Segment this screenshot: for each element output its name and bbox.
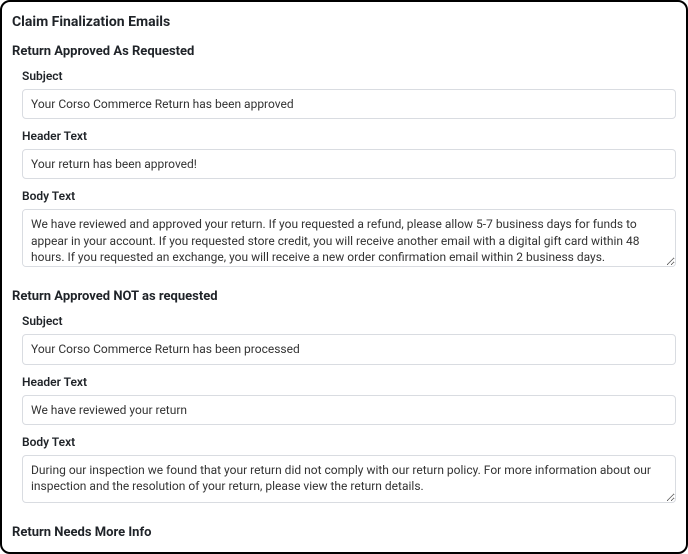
- section-return-not-as-requested: Return Approved NOT as requested Subject…: [12, 289, 676, 506]
- field-approved-subject: Subject: [12, 69, 676, 119]
- section-return-needs-info: Return Needs More Info Subject Header Te…: [12, 525, 676, 554]
- section-return-approved: Return Approved As Requested Subject Hea…: [12, 44, 676, 271]
- page-title: Claim Finalization Emails: [12, 14, 676, 30]
- field-nar-body: Body Text During our inspection we found…: [12, 435, 676, 507]
- input-approved-subject[interactable]: [22, 89, 676, 119]
- field-nar-header: Header Text: [12, 375, 676, 425]
- field-approved-header: Header Text: [12, 129, 676, 179]
- input-approved-header[interactable]: [22, 149, 676, 179]
- label-nar-subject: Subject: [22, 314, 676, 328]
- section-title-approved: Return Approved As Requested: [12, 44, 676, 59]
- settings-panel: Claim Finalization Emails Return Approve…: [0, 0, 688, 554]
- section-title-not-as-requested: Return Approved NOT as requested: [12, 289, 676, 304]
- field-nar-subject: Subject: [12, 314, 676, 364]
- input-nar-subject[interactable]: [22, 334, 676, 364]
- field-needsinfo-subject: Subject: [12, 550, 676, 554]
- label-approved-header: Header Text: [22, 129, 676, 143]
- section-title-needs-info: Return Needs More Info: [12, 525, 676, 540]
- label-nar-body: Body Text: [22, 435, 676, 449]
- field-approved-body: Body Text We have reviewed and approved …: [12, 189, 676, 271]
- label-approved-body: Body Text: [22, 189, 676, 203]
- input-nar-header[interactable]: [22, 395, 676, 425]
- label-approved-subject: Subject: [22, 69, 676, 83]
- label-nar-header: Header Text: [22, 375, 676, 389]
- label-needsinfo-subject: Subject: [22, 550, 676, 554]
- textarea-approved-body[interactable]: We have reviewed and approved your retur…: [22, 209, 676, 267]
- textarea-nar-body[interactable]: During our inspection we found that your…: [22, 455, 676, 503]
